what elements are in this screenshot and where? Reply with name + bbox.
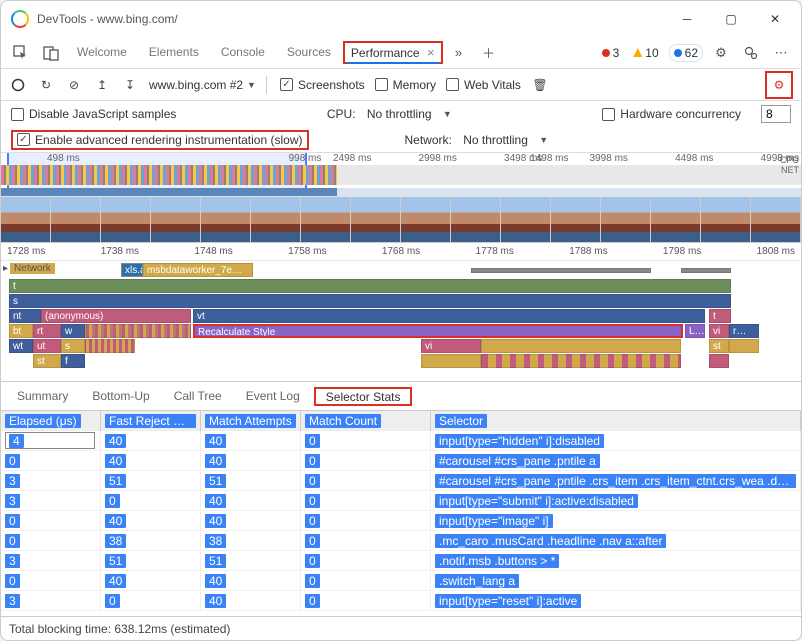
col-fast-reject[interactable]: Fast Reject Cou…	[101, 411, 201, 431]
network-throttle-select[interactable]: Network: No throttling ▼	[405, 133, 549, 147]
table-row[interactable]: 30400input[type="reset" i]:active	[1, 591, 801, 611]
close-button[interactable]: ✕	[753, 3, 797, 35]
table-row[interactable]: 30400input[type="submit" i]:active:disab…	[1, 491, 801, 511]
adv-rendering-highlight: Enable advanced rendering instrumentatio…	[11, 130, 309, 150]
settings-icon[interactable]: ⚙	[710, 42, 732, 64]
minimize-button[interactable]: ─	[665, 3, 709, 35]
capture-settings-highlight: ⚙	[765, 71, 793, 99]
col-match-attempts[interactable]: Match Attempts	[201, 411, 301, 431]
tab-performance-highlight: Performance ×	[343, 41, 443, 64]
detail-tabs: Summary Bottom-Up Call Tree Event Log Se…	[1, 381, 801, 411]
col-match-count[interactable]: Match Count	[301, 411, 431, 431]
tab-selector-stats[interactable]: Selector Stats	[316, 385, 411, 409]
tab-performance[interactable]: Performance ×	[347, 44, 439, 64]
table-row[interactable]: 040400input[type="image" i]	[1, 511, 801, 531]
col-selector[interactable]: Selector	[431, 411, 801, 431]
adv-rendering-checkbox[interactable]: Enable advanced rendering instrumentatio…	[17, 133, 303, 147]
screenshots-checkbox[interactable]: Screenshots	[280, 78, 365, 92]
add-tab-icon[interactable]: ＋	[478, 42, 500, 64]
panel-tabstrip: Welcome Elements Console Sources Perform…	[1, 37, 801, 69]
tab-call-tree[interactable]: Call Tree	[164, 384, 232, 408]
tab-performance-label: Performance	[351, 46, 420, 60]
capture-settings-icon[interactable]: ⚙	[770, 76, 788, 94]
settings-row-1: Disable JavaScript samples CPU: No throt…	[1, 101, 801, 127]
flame-msb[interactable]: msbdataworker_7e…	[143, 263, 253, 277]
timeline-ruler[interactable]: 1728 ms1738 ms1748 ms1758 ms1768 ms1778 …	[1, 243, 801, 261]
overview-cpu-graph	[1, 165, 801, 185]
table-row[interactable]: 040400#carousel #crs_pane .pntile a	[1, 451, 801, 471]
errors-badge[interactable]: 3	[598, 45, 624, 61]
overview-ticks: 2498 ms2998 ms3498 ms3998 ms4498 ms4998 …	[331, 153, 801, 164]
cpu-throttle-select[interactable]: CPU: No throttling ▼	[327, 107, 452, 121]
flame-t[interactable]: t	[9, 279, 731, 293]
delete-icon[interactable]: 🗑	[531, 76, 549, 94]
recording-select[interactable]: www.bing.com #2▼	[149, 78, 256, 92]
table-row[interactable]: 351510#carousel #crs_pane .pntile .crs_i…	[1, 471, 801, 491]
close-icon[interactable]: ×	[427, 45, 435, 60]
table-row[interactable]: 351510.notif.msb .buttons > *	[1, 551, 801, 571]
hw-concurrency-checkbox[interactable]: Hardware concurrency	[602, 107, 741, 121]
feedback-icon[interactable]	[740, 42, 762, 64]
flame-recalc-style[interactable]: Recalculate Style	[193, 324, 683, 338]
table-row[interactable]: 040400.switch_lang a	[1, 571, 801, 591]
selector-stats-table: Elapsed (μs) Fast Reject Cou… Match Atte…	[1, 411, 801, 616]
record-icon[interactable]	[9, 76, 27, 94]
memory-checkbox[interactable]: Memory	[375, 78, 436, 92]
kebab-icon[interactable]: ⋯	[770, 42, 792, 64]
overview-panel[interactable]: 498 ms998 ms1498 ms8 ms 2498 ms2998 ms34…	[1, 153, 801, 197]
col-elapsed[interactable]: Elapsed (μs)	[1, 411, 101, 431]
settings-row-2: Enable advanced rendering instrumentatio…	[1, 127, 801, 153]
webvitals-checkbox[interactable]: Web Vitals	[446, 78, 521, 92]
maximize-button[interactable]: ▢	[709, 3, 753, 35]
overview-net-graph	[1, 188, 801, 196]
hw-concurrency-input[interactable]	[761, 105, 791, 123]
save-icon[interactable]: ↧	[121, 76, 139, 94]
tab-summary[interactable]: Summary	[7, 384, 78, 408]
device-icon[interactable]	[40, 42, 62, 64]
edge-icon	[11, 10, 29, 28]
clear-icon[interactable]: ⊘	[65, 76, 83, 94]
flame-chart[interactable]: ▸ Network xls.a msbdataworker_7e… t s nt…	[1, 261, 801, 381]
total-blocking-time: Total blocking time: 638.12ms (estimated…	[9, 622, 230, 636]
table-row[interactable]: 038380.mc_caro .musCard .headline .nav a…	[1, 531, 801, 551]
tab-bottom-up[interactable]: Bottom-Up	[82, 384, 159, 408]
flame-xls[interactable]: xls.a	[121, 263, 143, 277]
info-badge[interactable]: 62	[669, 44, 703, 62]
inspect-icon[interactable]	[10, 42, 32, 64]
disable-js-checkbox[interactable]: Disable JavaScript samples	[11, 107, 176, 121]
overview-side-labels: CPUNET	[780, 155, 799, 175]
table-header: Elapsed (μs) Fast Reject Cou… Match Atte…	[1, 411, 801, 431]
table-row[interactable]: 440400input[type="hidden" i]:disabled	[1, 431, 801, 451]
reload-icon[interactable]: ↻	[37, 76, 55, 94]
devtools-window: DevTools - www.bing.com/ ─ ▢ ✕ Welcome E…	[0, 0, 802, 641]
warnings-badge[interactable]: 10	[629, 45, 662, 61]
tab-welcome[interactable]: Welcome	[67, 39, 137, 67]
table-body[interactable]: 440400input[type="hidden" i]:disabled040…	[1, 431, 801, 611]
more-tabs-icon[interactable]: »	[448, 42, 470, 64]
filmstrip[interactable]	[1, 197, 801, 243]
tab-selector-stats-highlight: Selector Stats	[314, 387, 413, 406]
window-title: DevTools - www.bing.com/	[37, 12, 665, 26]
perf-toolbar: ↻ ⊘ ↥ ↧ www.bing.com #2▼ Screenshots Mem…	[1, 69, 801, 101]
tab-console[interactable]: Console	[211, 39, 275, 67]
tab-sources[interactable]: Sources	[277, 39, 341, 67]
tab-elements[interactable]: Elements	[139, 39, 209, 67]
titlebar: DevTools - www.bing.com/ ─ ▢ ✕	[1, 1, 801, 37]
flame-s[interactable]: s	[9, 294, 731, 308]
tab-event-log[interactable]: Event Log	[236, 384, 310, 408]
load-icon[interactable]: ↥	[93, 76, 111, 94]
status-bar: Total blocking time: 638.12ms (estimated…	[1, 616, 801, 640]
